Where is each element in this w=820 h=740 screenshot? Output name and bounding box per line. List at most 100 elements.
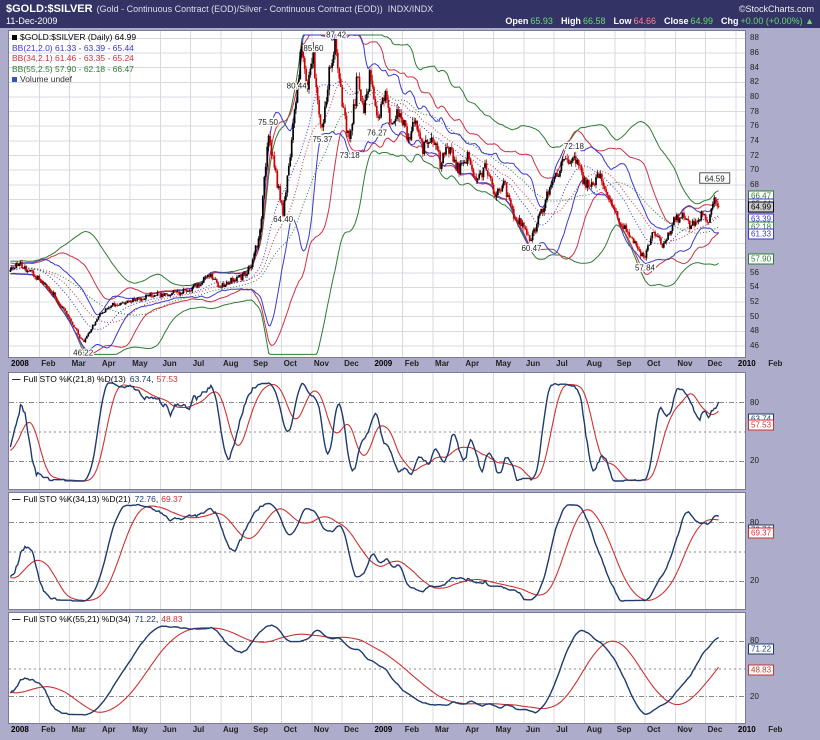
price-axis-label: 56	[750, 269, 759, 277]
quote-date: 11-Dec-2009	[6, 16, 57, 26]
separator: ,	[156, 494, 158, 504]
x-axis-month-label: Jul	[193, 725, 205, 734]
svg-text:76.27: 76.27	[367, 128, 388, 137]
price-axis-label: 50	[750, 313, 759, 321]
chart-stack: $GOLD:$SILVER (Daily) 64.99BB(21,2.0) 61…	[0, 28, 820, 738]
stoch-d-value-1: 57.53	[157, 374, 178, 384]
legend-line: $GOLD:$SILVER (Daily) 64.99	[12, 32, 136, 43]
main-price-panel: $GOLD:$SILVER (Daily) 64.99BB(21,2.0) 61…	[8, 30, 820, 358]
x-axis-month-label: Oct	[284, 725, 297, 734]
stoch-panel-3: —Full STO %K(55,21) %D(34)71.22,48.83 80…	[8, 612, 820, 724]
price-axis-label: 54	[750, 283, 759, 291]
legend-line: BB(21,2.0) 61.33 - 63.39 - 65.44	[12, 43, 136, 54]
stoch-k-value-2: 72.76	[135, 494, 156, 504]
svg-text:64.40: 64.40	[273, 215, 294, 224]
svg-text:75.50: 75.50	[258, 118, 279, 127]
stoch-label-3: Full STO %K(55,21) %D(34)	[24, 614, 131, 624]
price-axis-box: 61.33	[748, 228, 774, 239]
x-axis-month-label: May	[132, 359, 148, 368]
x-axis-year-label: 2009	[374, 359, 392, 368]
svg-text:60.47: 60.47	[521, 244, 542, 253]
price-axis-label: 82	[750, 78, 759, 86]
annotations-layer: 46.2275.5064.4080.4485.6087.4275.3773.18…	[73, 31, 730, 357]
x-axis-month-label: May	[132, 725, 148, 734]
price-axis-box: 64.99	[748, 201, 774, 212]
x-axis-year-label: 2009	[374, 725, 392, 734]
ref-lines-layer	[9, 523, 745, 582]
x-axis-month-label: Apr	[102, 725, 116, 734]
price-axis-label: 74	[750, 137, 759, 145]
price-axis-label: 70	[750, 166, 759, 174]
legend-text: BB(34,2.1) 61.46 - 63.35 - 65.24	[12, 53, 134, 63]
svg-text:87.42: 87.42	[326, 31, 347, 40]
x-axis-month-label: Nov	[677, 359, 692, 368]
quote-label: High	[561, 16, 581, 26]
date-axis-bottom: 2008FebMarAprMayJunJulAugSepOctNovDec200…	[8, 724, 792, 738]
x-axis-year-label: 2008	[11, 725, 29, 734]
x-axis-month-label: Feb	[768, 725, 782, 734]
x-axis-month-label: Nov	[314, 359, 329, 368]
line-icon: —	[12, 614, 21, 624]
price-axis-label: 48	[750, 327, 759, 335]
price-axis-label: 86	[750, 49, 759, 57]
x-axis-month-label: Feb	[41, 725, 55, 734]
price-axis-label: 46	[750, 342, 759, 350]
x-axis-month-label: Jun	[162, 725, 176, 734]
ref-lines-layer	[9, 403, 745, 462]
x-axis-month-label: Mar	[72, 725, 86, 734]
ref-lines-layer	[9, 641, 745, 696]
stoch-legend-1: —Full STO %K(21,8) %D(13)63.74,57.53	[12, 374, 178, 385]
stoch-y-axis-2: 802072.7669.37	[746, 492, 792, 610]
stoch-d-value-3: 48.83	[161, 614, 182, 624]
separator: ,	[156, 614, 158, 624]
svg-text:73.18: 73.18	[340, 151, 361, 160]
x-axis-month-label: Apr	[102, 359, 116, 368]
stockcharts-copyright: ©StockCharts.com	[739, 4, 814, 14]
grid-layer	[39, 493, 736, 609]
stoch-plot-area-3: —Full STO %K(55,21) %D(34)71.22,48.83	[8, 612, 746, 724]
svg-text:46.22: 46.22	[73, 348, 94, 357]
quote-value: 66.58	[583, 16, 606, 26]
stoch-k-axis-box: 71.22	[748, 644, 774, 655]
stoch-k-value-1: 63.74	[130, 374, 151, 384]
x-axis-month-label: Aug	[223, 359, 239, 368]
x-axis-month-label: Mar	[435, 359, 449, 368]
line-icon: —	[12, 374, 21, 384]
legend-text: BB(21,2.0) 61.33 - 63.39 - 65.44	[12, 43, 134, 53]
price-axis-label: 72	[750, 152, 759, 160]
x-axis-month-label: Dec	[344, 359, 359, 368]
x-axis-month-label: Dec	[708, 359, 723, 368]
x-axis-month-label: Feb	[405, 359, 419, 368]
quote-value: 64.99	[691, 16, 714, 26]
x-axis-month-label: Aug	[586, 359, 602, 368]
x-axis-month-label: Oct	[284, 359, 297, 368]
legend-text: Volume undef	[20, 74, 72, 84]
candlestick-icon	[12, 35, 17, 40]
stoch-d-line	[10, 628, 718, 713]
stoch-chart-svg-1	[9, 373, 745, 489]
price-axis-label: 68	[750, 181, 759, 189]
x-axis-month-label: Sep	[253, 359, 268, 368]
x-axis-month-label: May	[496, 725, 512, 734]
price-axis-label: 84	[750, 64, 759, 72]
price-axis-label: 80	[750, 93, 759, 101]
date-axis-top: 2008FebMarAprMayJunJulAugSepOctNovDec200…	[8, 358, 792, 370]
legend-line: BB(34,2.1) 61.46 - 63.35 - 65.24	[12, 53, 136, 64]
volume-icon	[12, 77, 17, 82]
price-axis-label: 52	[750, 298, 759, 306]
stoch-y-axis-3: 802071.2248.83	[746, 612, 792, 724]
stoch-axis-label: 80	[750, 399, 759, 407]
stoch-chart-svg-2	[9, 493, 745, 609]
price-axis-label: 88	[750, 34, 759, 42]
x-axis-month-label: Nov	[314, 725, 329, 734]
stoch-axis-label: 20	[750, 577, 759, 585]
stoch-d-value-2: 69.37	[161, 494, 182, 504]
quote-line: 11-Dec-2009 Open65.93High66.58Low64.66Cl…	[6, 16, 814, 26]
separator: ,	[151, 374, 153, 384]
stoch-d-axis-box: 69.37	[748, 528, 774, 539]
stoch-legend-3: —Full STO %K(55,21) %D(34)71.22,48.83	[12, 614, 183, 625]
svg-text:80.44: 80.44	[287, 82, 308, 91]
x-axis-month-label: Feb	[41, 359, 55, 368]
x-axis-month-label: Feb	[768, 359, 782, 368]
chart-header: $GOLD:$SILVER (Gold - Continuous Contrac…	[0, 0, 820, 28]
